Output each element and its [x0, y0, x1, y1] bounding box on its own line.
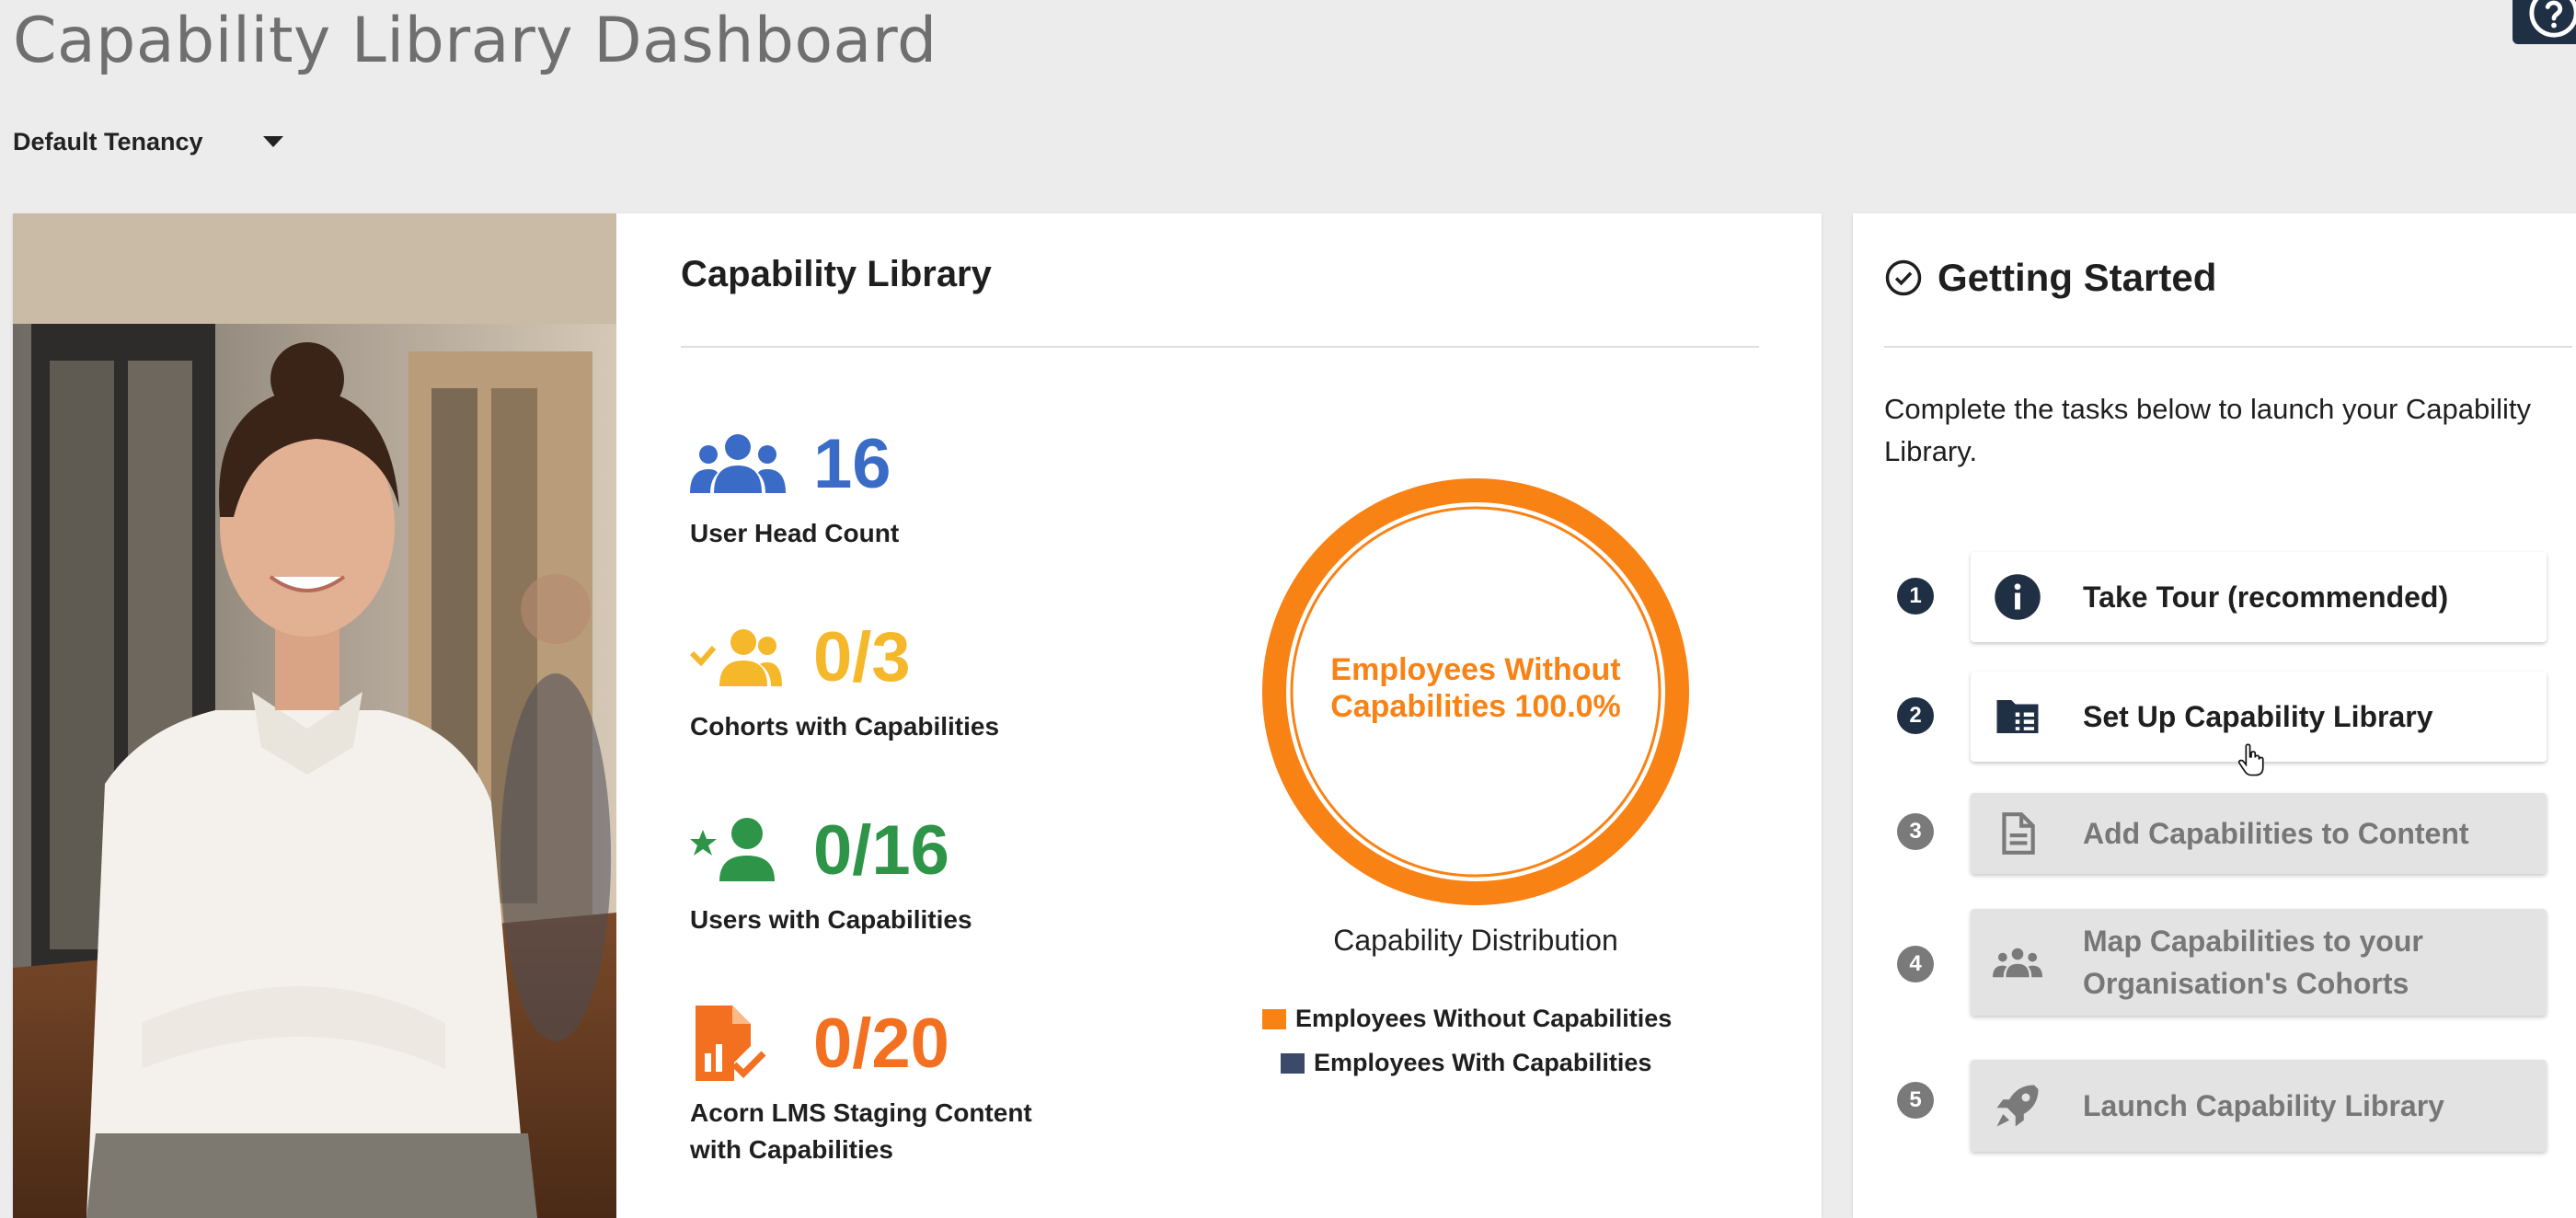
- chart-center-line: Capabilities 100.0%: [1330, 689, 1621, 724]
- add-capabilities-to-content-button[interactable]: Add Capabilities to Content: [1971, 793, 2547, 874]
- legend-label: Employees With Capabilities: [1314, 1049, 1652, 1076]
- groups-icon: [1993, 937, 2042, 987]
- step-label-line: Organisation's Cohorts: [2083, 967, 2409, 1000]
- tenancy-select-value: Default Tenancy: [13, 127, 203, 155]
- document-chart-check-icon: [690, 1005, 793, 1081]
- stat-value: 0/20: [813, 1004, 949, 1083]
- legend-item-with[interactable]: Employees With Capabilities: [1281, 1049, 1651, 1077]
- stat-label-line: with Capabilities: [690, 1135, 893, 1164]
- divider: [681, 346, 1759, 348]
- check-circle-icon: [1885, 259, 1922, 296]
- stat-value: 0/3: [813, 617, 911, 696]
- step-number: 3: [1897, 813, 1934, 850]
- info-icon: [1993, 572, 2042, 622]
- chart-caption: Capability Distribution: [1333, 924, 1618, 957]
- getting-started-card: Getting Started Complete the tasks below…: [1853, 213, 2576, 1218]
- hero-image: [13, 213, 616, 1218]
- stat-label: Cohorts with Capabilities: [690, 712, 1000, 741]
- stat-label: Acorn LMS Staging Content with Capabilit…: [690, 1095, 1032, 1168]
- group-icon: [690, 427, 793, 500]
- hand-cursor-icon: [2237, 743, 2264, 776]
- stat-user-head-count: 16 User Head Count: [690, 418, 899, 552]
- step-label: Take Tour (recommended): [2083, 580, 2449, 614]
- chevron-down-icon: [263, 136, 283, 147]
- stat-label: Users with Capabilities: [690, 905, 972, 934]
- step-number: 2: [1897, 697, 1934, 734]
- folder-list-icon: [1993, 692, 2042, 741]
- step-number: 1: [1897, 578, 1934, 615]
- getting-started-title: Getting Started: [1938, 256, 2217, 299]
- step-number: 4: [1897, 946, 1934, 982]
- legend-label: Employees Without Capabilities: [1295, 1005, 1673, 1032]
- step-label-line: Map Capabilities to your: [2083, 925, 2423, 958]
- legend-swatch: [1262, 1008, 1286, 1029]
- rocket-icon: [1993, 1081, 2042, 1131]
- stat-label: User Head Count: [690, 519, 900, 547]
- getting-started-description: Complete the tasks below to launch your …: [1884, 393, 2532, 467]
- map-capabilities-to-cohorts-button[interactable]: Map Capabilities to your Organisation's …: [1971, 909, 2547, 1016]
- getting-started-header: Getting Started: [1884, 256, 2216, 300]
- tenancy-select[interactable]: Default Tenancy: [13, 121, 283, 162]
- stat-label-line: Acorn LMS Staging Content: [690, 1098, 1032, 1127]
- help-button[interactable]: [2513, 0, 2576, 44]
- chart-center-line: Employees Without: [1330, 652, 1621, 687]
- legend-swatch: [1281, 1052, 1305, 1074]
- group-check-icon: [690, 620, 793, 694]
- legend-item-without[interactable]: Employees Without Capabilities: [1262, 1005, 1672, 1033]
- step-label: Map Capabilities to your Organisation's …: [2083, 920, 2423, 1005]
- stat-value: 16: [813, 424, 891, 503]
- step-label: Launch Capability Library: [2083, 1089, 2444, 1122]
- stat-cohorts-with-capabilities: 0/3 Cohorts with Capabilities: [690, 611, 999, 745]
- document-icon: [1993, 809, 2042, 858]
- chart-center-label: Employees Without Capabilities 100.0%: [1251, 651, 1700, 725]
- card-title: Capability Library: [681, 254, 992, 294]
- launch-capability-library-button[interactable]: Launch Capability Library: [1971, 1060, 2547, 1152]
- capability-library-card: Capability Library 16 User Head Count 0/…: [13, 213, 1822, 1218]
- step-label: Add Capabilities to Content: [2083, 817, 2469, 850]
- take-tour-button[interactable]: Take Tour (recommended): [1971, 552, 2547, 642]
- step-number: 5: [1897, 1082, 1934, 1119]
- question-circle-icon: [2529, 0, 2576, 38]
- step-label: Set Up Capability Library: [2083, 700, 2433, 733]
- stat-content-with-capabilities: 0/20 Acorn LMS Staging Content with Capa…: [690, 997, 1032, 1168]
- person-star-icon: [690, 813, 793, 887]
- divider: [1884, 346, 2572, 348]
- stat-value: 0/16: [813, 810, 949, 890]
- set-up-library-button[interactable]: Set Up Capability Library: [1971, 672, 2547, 776]
- page-title: Capability Library Dashboard: [13, 5, 937, 77]
- stat-users-with-capabilities: 0/16 Users with Capabilities: [690, 804, 972, 938]
